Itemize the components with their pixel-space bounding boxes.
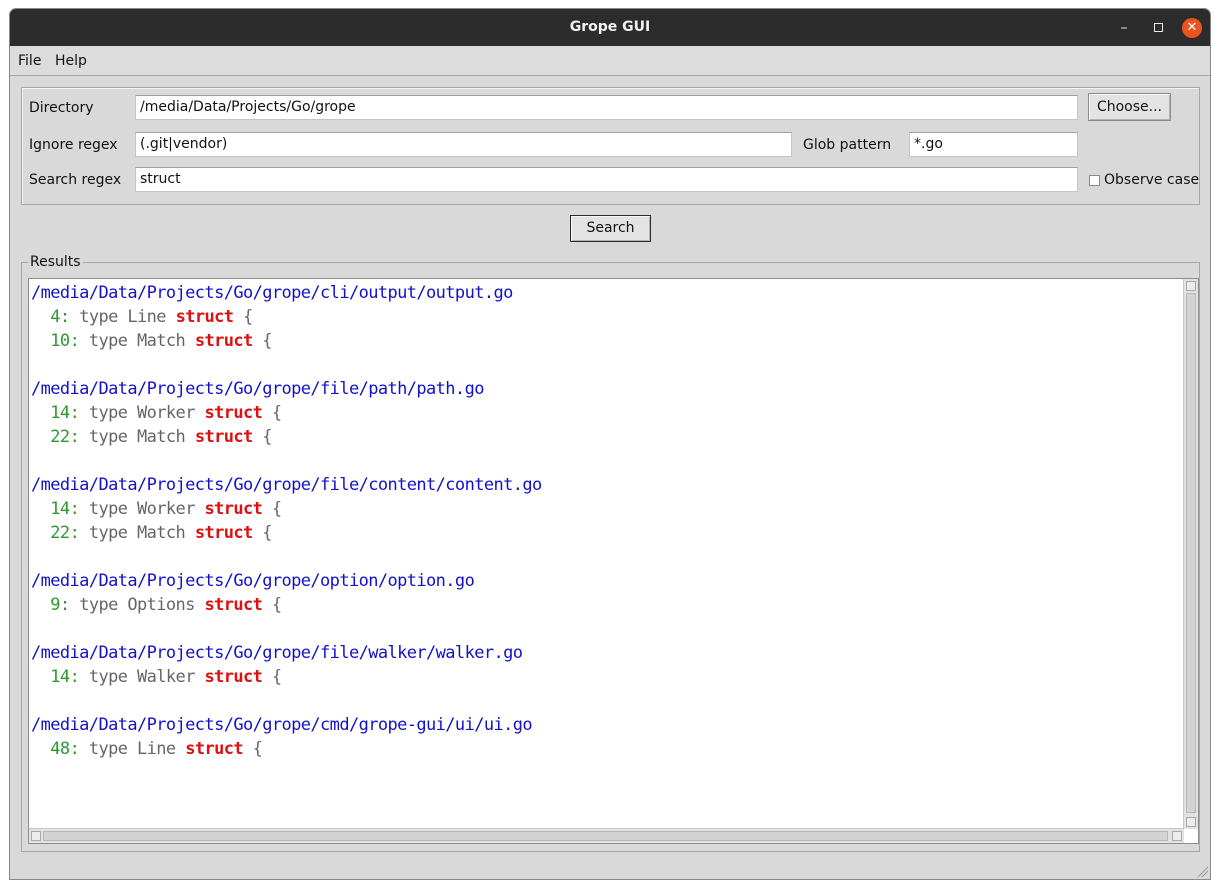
line-suffix: { [262, 595, 282, 615]
line-suffix: { [262, 499, 282, 519]
results-text: /media/Data/Projects/Go/grope/cli/output… [31, 281, 1179, 829]
app-window: Grope GUI – ✕ File Help Directory /media… [9, 8, 1211, 880]
result-separator [31, 353, 1179, 377]
window-title: Grope GUI [569, 19, 651, 35]
result-file-path: /media/Data/Projects/Go/grope/option/opt… [31, 571, 475, 591]
search-regex-label: Search regex [29, 172, 122, 188]
line-number-separator: : [69, 739, 89, 759]
scroll-left-icon[interactable] [31, 831, 41, 841]
scroll-down-icon[interactable] [1186, 817, 1196, 827]
line-suffix: { [252, 331, 272, 351]
line-prefix: type Options [79, 595, 205, 615]
line-number-separator: : [69, 523, 89, 543]
vertical-scrollbar[interactable] [1183, 279, 1198, 829]
line-prefix: type Walker [88, 667, 205, 687]
result-file-path: /media/Data/Projects/Go/grope/file/path/… [31, 379, 484, 399]
observe-case-label: Observe case [1104, 172, 1200, 188]
menu-help[interactable]: Help [55, 53, 87, 69]
line-prefix: type Worker [88, 403, 205, 423]
line-number: 4 [50, 307, 60, 327]
line-prefix: type Match [88, 523, 195, 543]
line-number-separator: : [59, 595, 80, 615]
match-highlight: struct [175, 307, 234, 327]
results-label: Results [28, 254, 83, 270]
glob-pattern-label: Glob pattern [803, 137, 892, 153]
line-number-separator: : [69, 427, 89, 447]
result-separator [31, 449, 1179, 473]
line-number-separator: : [69, 499, 89, 519]
result-match-line: 22: type Match struct { [31, 425, 1179, 449]
vertical-scroll-thumb[interactable] [1186, 293, 1196, 813]
line-prefix: type Match [88, 427, 195, 447]
line-suffix: { [262, 667, 282, 687]
result-separator [31, 545, 1179, 569]
line-suffix: { [252, 523, 272, 543]
result-match-line: 14: type Walker struct { [31, 665, 1179, 689]
result-separator [31, 617, 1179, 641]
scroll-up-icon[interactable] [1186, 281, 1196, 291]
line-number: 9 [50, 595, 60, 615]
line-number: 14 [50, 667, 70, 687]
line-prefix: type Line [79, 307, 176, 327]
result-file-path: /media/Data/Projects/Go/grope/cmd/grope-… [31, 715, 533, 735]
match-highlight: struct [204, 595, 263, 615]
ignore-regex-label: Ignore regex [29, 137, 118, 153]
directory-input[interactable]: /media/Data/Projects/Go/grope [135, 95, 1078, 120]
line-number: 14 [50, 403, 70, 423]
result-match-line: 4: type Line struct { [31, 305, 1179, 329]
result-match-line: 14: type Worker struct { [31, 401, 1179, 425]
close-icon[interactable]: ✕ [1182, 18, 1202, 38]
result-match-line: 14: type Worker struct { [31, 497, 1179, 521]
maximize-icon[interactable] [1148, 18, 1168, 38]
title-bar[interactable]: Grope GUI – ✕ [10, 9, 1210, 46]
results-panel[interactable]: /media/Data/Projects/Go/grope/cli/output… [28, 278, 1199, 844]
line-suffix: { [252, 427, 272, 447]
result-file-path: /media/Data/Projects/Go/grope/file/walke… [31, 643, 523, 663]
match-highlight: struct [194, 427, 253, 447]
minimize-icon[interactable]: – [1114, 18, 1134, 38]
choose-button[interactable]: Choose... [1088, 93, 1171, 121]
result-separator [31, 689, 1179, 713]
result-file-path: /media/Data/Projects/Go/grope/cli/output… [31, 283, 513, 303]
horizontal-scrollbar[interactable] [29, 828, 1184, 843]
glob-pattern-input[interactable]: *.go [909, 132, 1078, 157]
result-match-line: 48: type Line struct { [31, 737, 1179, 761]
menu-bar: File Help [10, 46, 1210, 76]
result-match-line: 10: type Match struct { [31, 329, 1179, 353]
result-match-line: 9: type Options struct { [31, 593, 1179, 617]
line-prefix: type Match [88, 331, 195, 351]
scroll-right-icon[interactable] [1172, 831, 1182, 841]
line-number: 22 [50, 523, 70, 543]
horizontal-scroll-thumb[interactable] [43, 831, 1168, 841]
resize-grip-icon[interactable] [1196, 865, 1208, 877]
line-number-separator: : [69, 403, 89, 423]
line-number-separator: : [69, 331, 89, 351]
line-number: 14 [50, 499, 70, 519]
line-suffix: { [233, 307, 253, 327]
result-file-path: /media/Data/Projects/Go/grope/file/conte… [31, 475, 542, 495]
menu-file[interactable]: File [18, 53, 41, 69]
ignore-regex-input[interactable]: (.git|vendor) [135, 132, 792, 157]
match-highlight: struct [204, 499, 263, 519]
line-number: 48 [50, 739, 70, 759]
search-regex-input[interactable]: struct [135, 167, 1078, 192]
line-suffix: { [243, 739, 263, 759]
match-highlight: struct [204, 667, 263, 687]
match-highlight: struct [194, 523, 253, 543]
line-prefix: type Worker [88, 499, 205, 519]
line-number: 22 [50, 427, 70, 447]
observe-case-checkbox[interactable] [1089, 175, 1100, 186]
directory-label: Directory [29, 100, 94, 116]
line-suffix: { [262, 403, 282, 423]
line-prefix: type Line [88, 739, 186, 759]
match-highlight: struct [194, 331, 253, 351]
line-number: 10 [50, 331, 70, 351]
match-highlight: struct [204, 403, 263, 423]
result-match-line: 22: type Match struct { [31, 521, 1179, 545]
line-number-separator: : [59, 307, 80, 327]
match-highlight: struct [185, 739, 244, 759]
search-button[interactable]: Search [570, 215, 651, 242]
line-number-separator: : [69, 667, 89, 687]
